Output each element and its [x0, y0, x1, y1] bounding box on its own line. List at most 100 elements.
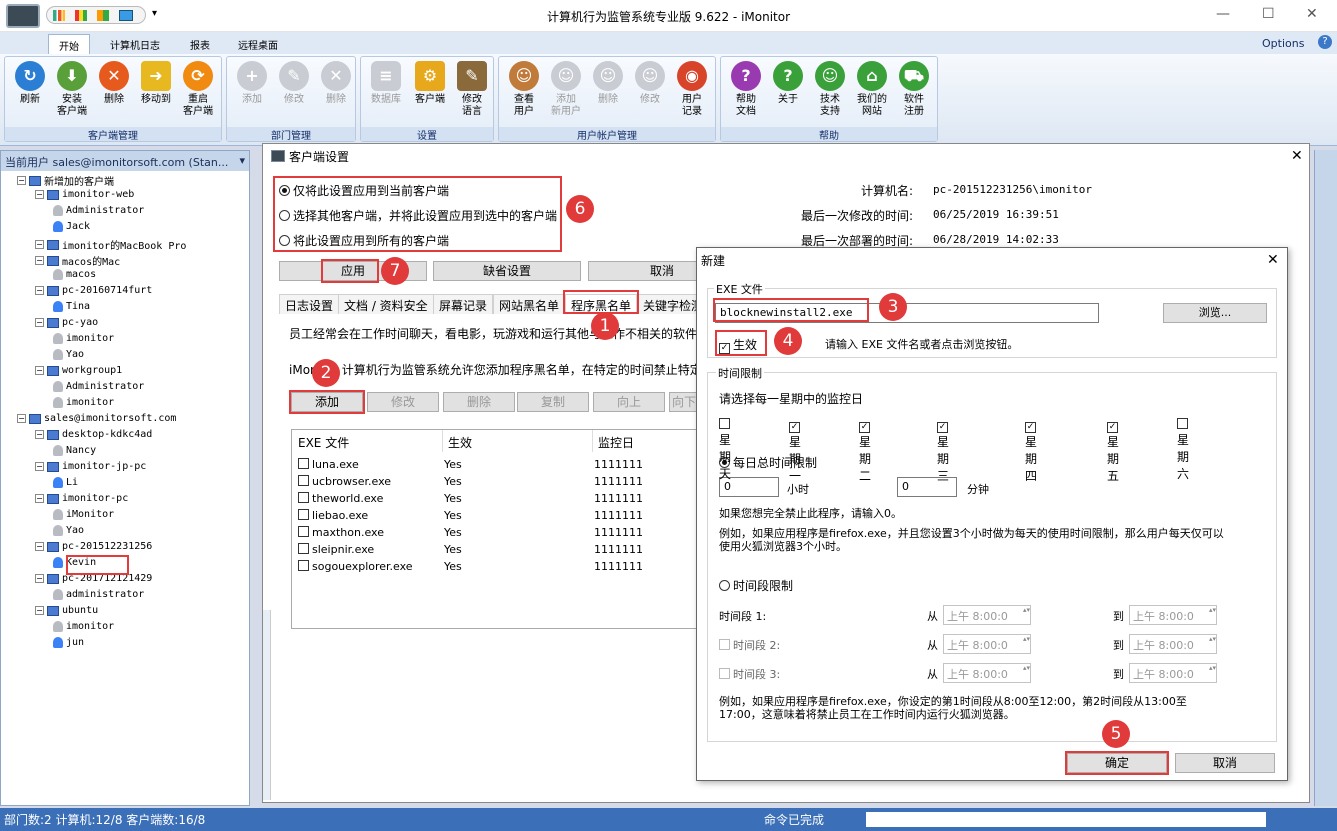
collapse-icon[interactable]: −	[17, 414, 26, 423]
tree-node[interactable]: Yao	[53, 349, 84, 360]
tree-node[interactable]: − workgroup1	[35, 365, 122, 376]
install-client-button[interactable]: ⬇ 安装 客户端	[51, 61, 93, 118]
refresh-button[interactable]: ↻ 刷新	[9, 61, 51, 106]
period-2-checkbox[interactable]: 时间段 2:	[719, 637, 780, 653]
tree-node[interactable]: − pc-20160714furt	[35, 285, 152, 296]
delete-client-button[interactable]: ✕ 删除	[93, 61, 135, 106]
edit-dept-button[interactable]: ✎ 修改	[273, 61, 315, 106]
checkbox-icon[interactable]	[298, 543, 309, 554]
column-header-effective[interactable]: 生效	[448, 434, 472, 451]
tree-node[interactable]: Tina	[53, 301, 90, 312]
collapse-icon[interactable]: −	[35, 318, 44, 327]
chevron-down-icon[interactable]: ▾	[239, 154, 245, 167]
tree-node[interactable]: − pc-yao	[35, 317, 98, 328]
change-language-button[interactable]: ✎ 修改 语言	[451, 61, 493, 118]
current-user-header[interactable]: 当前用户 sales@imonitorsoft.com (Stan... ▾	[1, 151, 249, 171]
period-1-start[interactable]: 上午 8:00:0	[943, 605, 1031, 625]
day-checkbox[interactable]: 星期天	[719, 417, 733, 482]
browse-button[interactable]: 浏览...	[1163, 303, 1267, 323]
close-icon[interactable]: ✕	[1267, 252, 1279, 268]
tab-remote-desktop[interactable]: 远程桌面	[228, 34, 288, 54]
move-to-button[interactable]: ➜ 移动到	[135, 61, 177, 106]
help-icon[interactable]: ?	[1318, 35, 1332, 49]
table-row[interactable]: ucbrowser.exe Yes 1111111	[298, 475, 694, 488]
tab-screen-record[interactable]: 屏幕记录	[433, 294, 494, 314]
tab-log-settings[interactable]: 日志设置	[279, 294, 340, 314]
collapse-icon[interactable]: −	[35, 240, 44, 249]
tree-node[interactable]: administrator	[53, 589, 144, 600]
database-button[interactable]: ≡ 数据库	[365, 61, 407, 106]
tab-document-security[interactable]: 文档 / 资料安全	[338, 294, 434, 314]
day-checkbox[interactable]: ✓ 星期五	[1107, 417, 1121, 484]
tree-node[interactable]: − imonitor-jp-pc	[35, 461, 146, 472]
maximize-icon[interactable]: ☐	[1262, 6, 1275, 22]
cancel-button[interactable]: 取消	[1175, 753, 1275, 773]
options-menu[interactable]: Options	[1252, 34, 1314, 54]
tree-node[interactable]: Li	[53, 477, 78, 488]
tab-website-blacklist[interactable]: 网站黑名单	[493, 294, 566, 314]
tree-node[interactable]: − pc-201512231256	[35, 541, 152, 552]
table-row[interactable]: liebao.exe Yes 1111111	[298, 509, 694, 522]
help-doc-button[interactable]: ? 帮助 文档	[725, 61, 767, 118]
close-icon[interactable]: ✕	[1306, 6, 1318, 22]
table-row[interactable]: maxthon.exe Yes 1111111	[298, 526, 694, 539]
tree-node[interactable]: imonitor	[53, 621, 114, 632]
tree-node[interactable]: Administrator	[53, 205, 144, 216]
edit-user-button[interactable]: ☺ 修改	[629, 61, 671, 106]
tab-computer-log[interactable]: 计算机日志	[100, 34, 170, 54]
checkbox-icon[interactable]	[298, 560, 309, 571]
default-settings-button[interactable]: 缺省设置	[433, 261, 581, 281]
register-button[interactable]: ⛟ 软件 注册	[893, 61, 935, 118]
column-header-exe[interactable]: EXE 文件	[298, 434, 349, 451]
tree-node[interactable]: iMonitor	[53, 509, 114, 520]
table-row[interactable]: sleipnir.exe Yes 1111111	[298, 543, 694, 556]
delete-button[interactable]: 删除	[443, 392, 515, 412]
checkbox-icon[interactable]	[298, 492, 309, 503]
period-3-checkbox[interactable]: 时间段 3:	[719, 666, 780, 682]
period-3-end[interactable]: 上午 8:00:0	[1129, 663, 1217, 683]
minimize-icon[interactable]: —	[1216, 6, 1230, 22]
close-icon[interactable]: ✕	[1291, 148, 1303, 164]
tree-node[interactable]: imonitor	[53, 333, 114, 344]
period-3-start[interactable]: 上午 8:00:0	[943, 663, 1031, 683]
collapse-icon[interactable]: −	[35, 286, 44, 295]
checkbox-icon[interactable]	[298, 509, 309, 520]
tree-node[interactable]: Administrator	[53, 381, 144, 392]
collapse-icon[interactable]: −	[35, 256, 44, 265]
tree-node[interactable]: − sales@imonitorsoft.com	[17, 413, 176, 424]
tree-node[interactable]: − 新增加的客户端	[17, 173, 114, 188]
collapse-icon[interactable]: −	[35, 494, 44, 503]
tree-node[interactable]: − imonitor-pc	[35, 493, 128, 504]
delete-user-button[interactable]: ☺ 删除	[587, 61, 629, 106]
website-button[interactable]: ⌂ 我们的 网站	[851, 61, 893, 118]
copy-button[interactable]: 复制	[517, 392, 589, 412]
tree-node[interactable]: jun	[53, 637, 84, 648]
view-users-button[interactable]: ☺ 查看 用户	[503, 61, 545, 118]
period-1-end[interactable]: 上午 8:00:0	[1129, 605, 1217, 625]
tree-node[interactable]: imonitor	[53, 397, 114, 408]
tree-node[interactable]: − imonitor-web	[35, 189, 134, 200]
user-records-button[interactable]: ◉ 用户 记录	[671, 61, 713, 118]
day-checkbox[interactable]: 星期六	[1177, 417, 1191, 482]
collapse-icon[interactable]: −	[35, 462, 44, 471]
tech-support-button[interactable]: ☺ 技术 支持	[809, 61, 851, 118]
checkbox-icon[interactable]	[298, 458, 309, 469]
collapse-icon[interactable]: −	[35, 542, 44, 551]
tab-start[interactable]: 开始	[48, 34, 90, 54]
tree-node[interactable]: macos	[53, 269, 96, 280]
tree-node[interactable]: − imonitor的MacBook Pro	[35, 237, 186, 252]
day-checkbox[interactable]: ✓ 星期三	[937, 417, 951, 484]
add-dept-button[interactable]: + 添加	[231, 61, 273, 106]
checkbox-icon[interactable]	[298, 475, 309, 486]
checkbox-icon[interactable]	[298, 526, 309, 537]
add-user-button[interactable]: ☺ 添加 新用户	[545, 61, 587, 118]
collapse-icon[interactable]: −	[35, 190, 44, 199]
period-2-end[interactable]: 上午 8:00:0	[1129, 634, 1217, 654]
tree-node[interactable]: − macos的Mac	[35, 253, 120, 268]
restart-client-button[interactable]: ⟳ 重启 客户端	[177, 61, 219, 118]
tree-node[interactable]: − ubuntu	[35, 605, 98, 616]
period-limit-radio[interactable]: 时间段限制	[719, 577, 793, 594]
tree-node[interactable]: Yao	[53, 525, 84, 536]
tree-node[interactable]: − desktop-kdkc4ad	[35, 429, 152, 440]
tree-node[interactable]: Jack	[53, 221, 90, 232]
